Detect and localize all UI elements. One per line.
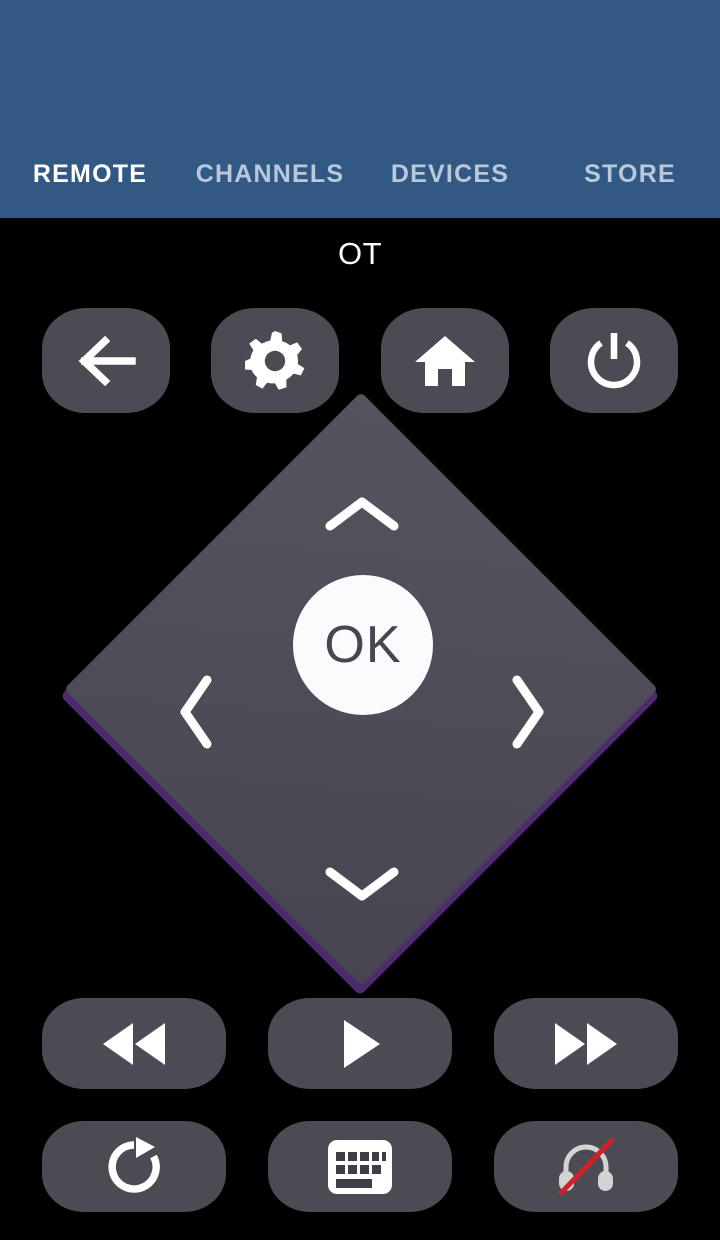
tab-remote[interactable]: REMOTE [0, 160, 180, 189]
replay-icon [103, 1136, 165, 1198]
home-icon [414, 332, 476, 390]
back-button[interactable] [42, 308, 170, 413]
dpad-left-button[interactable] [162, 664, 232, 764]
keyboard-button[interactable] [268, 1121, 452, 1212]
replay-button[interactable] [42, 1121, 226, 1212]
tab-devices-label: DEVICES [390, 159, 510, 188]
rewind-button[interactable] [42, 998, 226, 1089]
media-control-grid [0, 998, 720, 1240]
headphones-muted-icon [553, 1136, 619, 1197]
ok-button[interactable]: OK [293, 575, 433, 715]
home-button[interactable] [380, 308, 509, 413]
fast-forward-button[interactable] [494, 998, 678, 1089]
fast-forward-icon [547, 1019, 625, 1069]
play-button[interactable] [268, 998, 452, 1089]
dpad-up-button[interactable] [312, 481, 412, 551]
tab-store[interactable]: STORE [540, 160, 720, 189]
dpad: OK [60, 392, 662, 996]
chevron-up-icon [324, 492, 400, 541]
chevron-right-icon [505, 674, 549, 755]
options-button[interactable] [211, 308, 340, 413]
media-row-playback [0, 998, 720, 1089]
dpad-controls: OK [62, 436, 662, 961]
tab-store-label: STORE [584, 159, 676, 188]
power-button[interactable] [549, 308, 678, 413]
tab-bar: REMOTE CHANNELS DEVICES STORE [0, 130, 720, 218]
dpad-down-button[interactable] [312, 851, 412, 921]
private-listening-button[interactable] [494, 1121, 678, 1212]
power-icon [584, 330, 644, 392]
play-icon [336, 1017, 384, 1071]
tab-remote-label: REMOTE [32, 159, 148, 188]
app-bar: REMOTE CHANNELS DEVICES STORE [0, 0, 720, 218]
tab-devices[interactable]: DEVICES [360, 160, 540, 189]
chevron-down-icon [324, 862, 400, 911]
tab-channels[interactable]: CHANNELS [180, 160, 360, 189]
rewind-icon [95, 1019, 173, 1069]
dpad-right-button[interactable] [492, 664, 562, 764]
remote-app-screen: REMOTE CHANNELS DEVICES STORE OT OK [0, 0, 720, 1240]
gear-icon [245, 330, 305, 391]
device-name: OT [337, 236, 383, 271]
keyboard-icon [327, 1139, 393, 1195]
ok-button-label: OK [324, 616, 402, 674]
back-arrow-icon [75, 332, 137, 390]
tab-channels-label: CHANNELS [195, 159, 345, 188]
chevron-left-icon [175, 674, 219, 755]
media-row-utility [0, 1121, 720, 1212]
